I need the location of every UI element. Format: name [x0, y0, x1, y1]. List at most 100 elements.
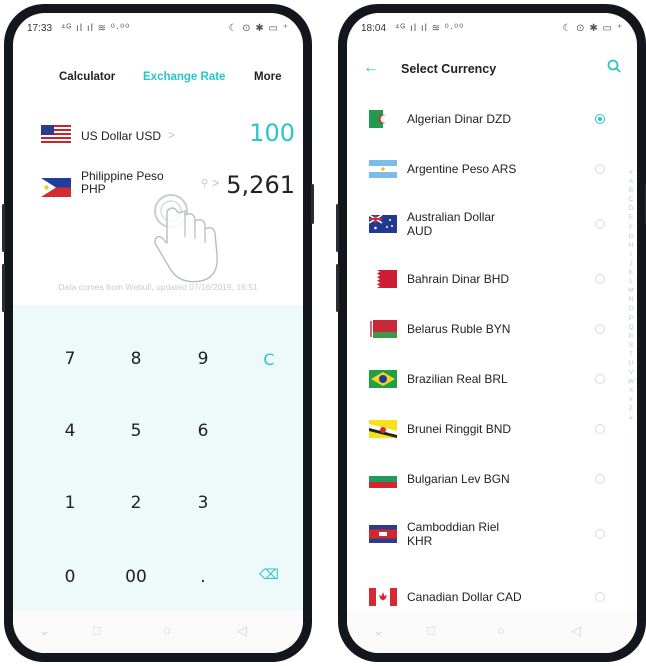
us-flag-icon [41, 125, 71, 144]
index-letter[interactable]: W [626, 377, 636, 386]
calculator-screen: 17:33 ⁴ᴳ ıl ıl ≋ ⁰·⁰⁰ ☾ ⊙ ✱ ▭ ⁺ Calculat… [13, 13, 303, 653]
list-item[interactable]: Belarus Ruble BYN [347, 305, 637, 353]
index-letter[interactable]: U [626, 359, 636, 368]
volume-button [2, 264, 5, 312]
ph-flag-icon [41, 178, 71, 197]
index-letter[interactable]: T [626, 350, 636, 359]
phone-left: 17:33 ⁴ᴳ ıl ıl ≋ ⁰·⁰⁰ ☾ ⊙ ✱ ▭ ⁺ Calculat… [2, 4, 314, 662]
index-letter[interactable]: D [626, 204, 636, 213]
index-letter[interactable]: Z [626, 404, 636, 413]
index-letter[interactable]: R [626, 332, 636, 341]
phone-right: 18:04 ⁴ᴳ ıl ıl ≋ ⁰·⁰⁰ ☾ ⊙ ✱ ▭ ⁺ ← Select… [336, 4, 646, 662]
list-item[interactable]: Camboddian Riel KHR [347, 505, 637, 563]
index-letter[interactable]: K [626, 268, 636, 277]
index-letter[interactable]: O [626, 304, 636, 313]
radio-unselected[interactable] [595, 474, 605, 484]
status-bar: 18:04 ⁴ᴳ ıl ıl ≋ ⁰·⁰⁰ ☾ ⊙ ✱ ▭ ⁺ [347, 13, 637, 39]
signal-icons: ⁴ᴳ ıl ıl ≋ ⁰·⁰⁰ [395, 23, 465, 34]
list-item[interactable]: Algerian Dinar DZD [347, 95, 637, 143]
search-icon[interactable] [607, 59, 621, 78]
signal-icons: ⁴ᴳ ıl ıl ≋ ⁰·⁰⁰ [61, 23, 131, 34]
key-3[interactable]: 3 [170, 493, 236, 513]
key-decimal[interactable]: . [170, 567, 236, 587]
currency-name: Brazilian Real BRL [407, 372, 508, 386]
index-letter[interactable]: Q [626, 323, 636, 332]
key-6[interactable]: 6 [170, 421, 236, 441]
home-icon[interactable]: ○ [163, 623, 171, 638]
from-amount[interactable]: 100 [249, 119, 295, 147]
tab-calculator[interactable]: Calculator [59, 71, 115, 83]
ar-flag-icon [369, 160, 397, 178]
tab-exchange-rate[interactable]: Exchange Rate [143, 71, 225, 83]
radio-unselected[interactable] [595, 274, 605, 284]
back-triangle-icon[interactable]: ◁ [237, 623, 247, 639]
from-currency-row[interactable]: US Dollar USD > 100 [13, 115, 303, 155]
backspace-icon[interactable]: ⌫ [236, 567, 302, 583]
key-9[interactable]: 9 [170, 349, 236, 369]
key-0[interactable]: 0 [37, 567, 103, 587]
alphabet-index[interactable]: # A B C D E F G H I J K L M N O P Q R S … [626, 168, 636, 423]
list-item[interactable]: Bahrain Dinar BHD [347, 255, 637, 303]
key-1[interactable]: 1 [37, 493, 103, 513]
index-letter[interactable]: V [626, 368, 636, 377]
index-letter[interactable]: I [626, 250, 636, 259]
index-letter[interactable]: B [626, 186, 636, 195]
status-bar: 17:33 ⁴ᴳ ıl ıl ≋ ⁰·⁰⁰ ☾ ⊙ ✱ ▭ ⁺ [13, 13, 303, 39]
index-letter[interactable]: P [626, 314, 636, 323]
index-letter[interactable]: C [626, 195, 636, 204]
currency-name: Brunei Ringgit BND [407, 422, 512, 436]
radio-unselected[interactable] [595, 529, 605, 539]
dz-flag-icon [369, 110, 397, 128]
index-letter[interactable]: G [626, 232, 636, 241]
index-letter[interactable]: X [626, 386, 636, 395]
radio-unselected[interactable] [595, 374, 605, 384]
index-letter[interactable]: A [626, 177, 636, 186]
index-letter[interactable]: N [626, 295, 636, 304]
recents-icon[interactable]: □ [93, 623, 101, 638]
list-item[interactable]: Brazilian Real BRL [347, 355, 637, 403]
index-letter[interactable]: M [626, 286, 636, 295]
back-arrow-icon[interactable]: ← [363, 59, 379, 77]
tab-bar: Calculator Exchange Rate More [13, 71, 303, 91]
nav-bar: ⌄ □ ○ ◁ [347, 611, 637, 653]
tab-more[interactable]: More [254, 71, 281, 83]
radio-selected[interactable] [595, 114, 605, 124]
home-icon[interactable]: ○ [497, 623, 505, 638]
back-triangle-icon[interactable]: ◁ [571, 623, 581, 639]
power-button [311, 184, 314, 224]
key-2[interactable]: 2 [103, 493, 169, 513]
list-item[interactable]: Bulgarian Lev BGN [347, 455, 637, 503]
index-letter[interactable]: J [626, 259, 636, 268]
index-letter[interactable]: L [626, 277, 636, 286]
index-letter[interactable]: Y [626, 395, 636, 404]
radio-unselected[interactable] [595, 219, 605, 229]
chevron-down-icon[interactable]: ⌄ [39, 623, 50, 639]
keypad: 7 8 9 C 4 5 6 1 2 3 0 00 . ⌫ [13, 305, 303, 611]
radio-unselected[interactable] [595, 324, 605, 334]
key-8[interactable]: 8 [103, 349, 169, 369]
recents-icon[interactable]: □ [427, 623, 435, 638]
to-amount[interactable]: 5,261 [226, 171, 295, 199]
radio-unselected[interactable] [595, 424, 605, 434]
index-letter[interactable]: H [626, 241, 636, 250]
radio-unselected[interactable] [595, 164, 605, 174]
chevron-down-icon[interactable]: ⌄ [373, 623, 384, 639]
key-00[interactable]: 00 [103, 567, 169, 587]
radio-unselected[interactable] [595, 592, 605, 602]
key-7[interactable]: 7 [37, 349, 103, 369]
clear-key[interactable]: C [236, 350, 302, 369]
currency-name: Bahrain Dinar BHD [407, 272, 510, 286]
nav-bar: ⌄ □ ○ ◁ [13, 611, 303, 653]
list-item[interactable]: Argentine Peso ARS [347, 145, 637, 193]
volume-button [336, 264, 339, 312]
index-letter[interactable]: S [626, 341, 636, 350]
list-item[interactable]: Australian Dollar AUD [347, 195, 637, 253]
index-letter[interactable]: # [626, 168, 636, 177]
index-letter[interactable]: # [626, 414, 636, 423]
key-5[interactable]: 5 [103, 421, 169, 441]
list-item[interactable]: Brunei Ringgit BND [347, 405, 637, 453]
index-letter[interactable]: E [626, 213, 636, 222]
index-letter[interactable]: F [626, 223, 636, 232]
tap-gesture-hand-icon [143, 185, 229, 295]
key-4[interactable]: 4 [37, 421, 103, 441]
